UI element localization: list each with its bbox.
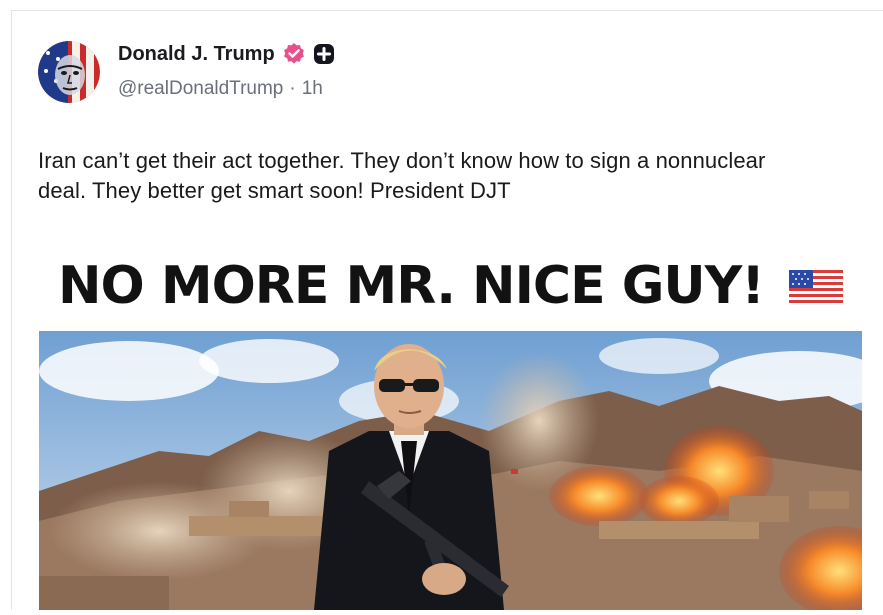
verified-badge-icon	[282, 42, 306, 66]
post-body-text: Iran can’t get their act together. They …	[38, 148, 766, 203]
post-media-image[interactable]: NO MORE MR. NICE GUY!	[12, 237, 883, 615]
author-avatar[interactable]	[38, 41, 100, 103]
post-meta: @realDonaldTrump · 1h	[118, 78, 323, 100]
author-name[interactable]: Donald J. Trump	[118, 43, 275, 66]
post-timestamp[interactable]: 1h	[302, 78, 323, 100]
post-card[interactable]: Donald J. Trump @realDonaldTrump · 1h Ir…	[12, 11, 883, 615]
us-flag-icon	[789, 270, 843, 306]
plus-badge-icon	[313, 43, 335, 65]
meta-separator: ·	[289, 78, 296, 99]
scene-photo	[39, 331, 883, 615]
author-handle[interactable]: @realDonaldTrump	[118, 78, 283, 100]
image-headline: NO MORE MR. NICE GUY!	[58, 256, 765, 316]
author-row: Donald J. Trump	[118, 41, 335, 67]
